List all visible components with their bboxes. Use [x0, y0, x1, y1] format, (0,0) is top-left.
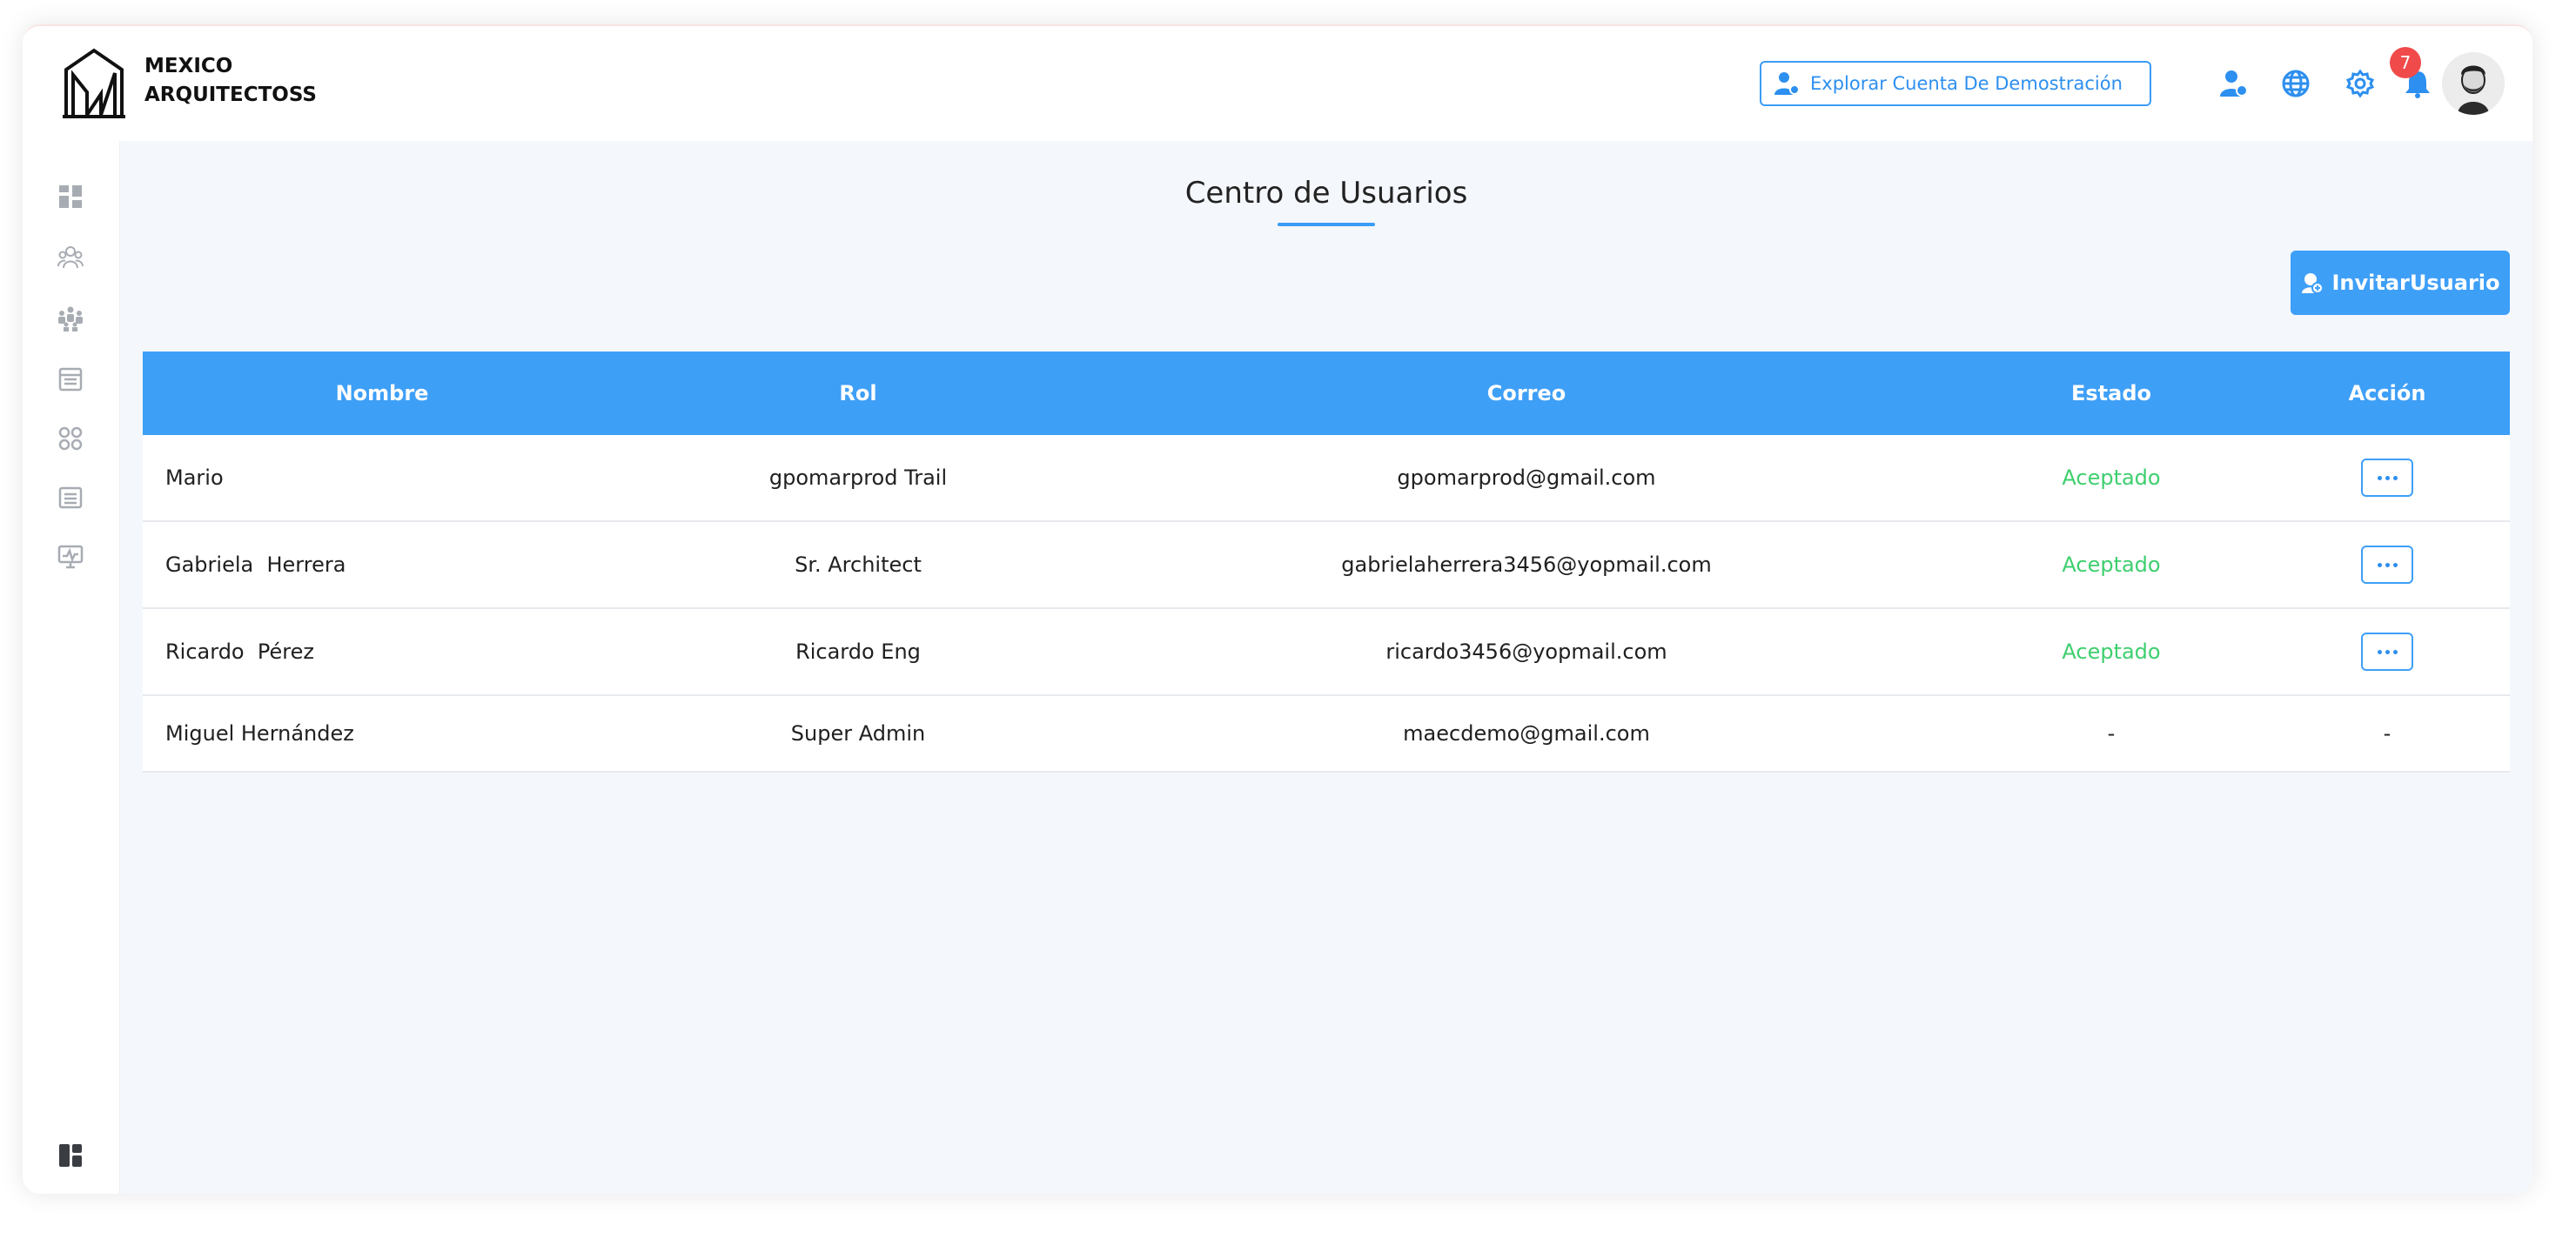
- brand-name: MEXICO ARQUITECTOSS: [144, 52, 317, 110]
- add-user-icon: [2301, 273, 2324, 294]
- cell-role: gpomarprod Trail: [768, 465, 948, 490]
- top-header: MEXICO ARQUITECTOSS Explorar Cuenta De D…: [23, 26, 2532, 141]
- app-window: MEXICO ARQUITECTOSS Explorar Cuenta De D…: [23, 24, 2532, 1194]
- cell-email: maecdemo@gmail.com: [1403, 721, 1650, 746]
- team-icon: [57, 246, 84, 269]
- sidebar-item-team[interactable]: [51, 238, 90, 277]
- dot-icon: [2377, 562, 2382, 567]
- brand-line-1: MEXICO: [144, 55, 233, 77]
- avatar[interactable]: [2442, 52, 2505, 115]
- cell-email: gpomarprod@gmail.com: [1397, 465, 1656, 490]
- table-row: Gabriela Herrera Sr. Architect gabrielah…: [143, 522, 2510, 609]
- more-actions-button[interactable]: [2361, 633, 2413, 671]
- dot-icon: [2392, 562, 2398, 567]
- globe-icon[interactable]: [2277, 64, 2315, 103]
- sidebar: [23, 141, 120, 1194]
- cell-role: Ricardo Eng: [795, 640, 921, 664]
- gear-icon[interactable]: [2341, 64, 2379, 103]
- cell-name: Miguel Hernández: [165, 721, 354, 746]
- monitor-icon: [57, 545, 84, 569]
- more-actions-button[interactable]: [2361, 546, 2413, 584]
- layout-icon: [59, 1144, 82, 1167]
- column-header-email: Correo: [1486, 381, 1566, 405]
- users-table: Nombre Rol Correo Estado Acción Mario gp…: [143, 352, 2510, 773]
- cell-role: Sr. Architect: [795, 553, 922, 577]
- table-header: Nombre Rol Correo Estado Acción: [143, 352, 2510, 435]
- cell-name: Mario: [165, 465, 224, 490]
- dot-icon: [2392, 649, 2398, 654]
- sidebar-item-layout[interactable]: [51, 1136, 90, 1175]
- page-title: Centro de Usuarios: [1184, 176, 1468, 211]
- dot-icon: [2377, 475, 2382, 480]
- modules-icon: [58, 426, 83, 451]
- sidebar-item-modules[interactable]: [51, 419, 90, 458]
- sidebar-item-calendar[interactable]: [51, 360, 90, 398]
- cell-email: gabrielaherrera3456@yopmail.com: [1341, 553, 1712, 577]
- cell-name: Gabriela Herrera: [165, 553, 346, 577]
- users-icon: [58, 306, 83, 332]
- explore-demo-label: Explorar Cuenta De Demostración: [1810, 73, 2123, 94]
- dashboard-icon: [59, 185, 82, 208]
- cell-action: -: [2383, 721, 2392, 746]
- cell-action: [2264, 459, 2510, 497]
- column-header-status: Estado: [2070, 381, 2151, 405]
- brand-line-2: ARQUITECTOSS: [144, 84, 317, 106]
- cell-status: Aceptado: [2062, 640, 2161, 664]
- sidebar-item-list[interactable]: [51, 479, 90, 517]
- calendar-icon: [58, 367, 83, 392]
- more-actions-button[interactable]: [2361, 459, 2413, 497]
- invite-user-button[interactable]: InvitarUsuario: [2291, 251, 2510, 315]
- logo-icon: [63, 48, 125, 118]
- cell-action: [2264, 633, 2510, 671]
- sidebar-item-dashboard[interactable]: [51, 177, 90, 216]
- dot-icon: [2385, 475, 2390, 480]
- title-underline: [1278, 223, 1375, 226]
- cell-action: [2264, 546, 2510, 584]
- sidebar-item-users[interactable]: [51, 299, 90, 338]
- notification-badge: 7: [2390, 47, 2421, 78]
- table-row: Miguel Hernández Super Admin maecdemo@gm…: [143, 696, 2510, 773]
- chat-button[interactable]: [2513, 1187, 2532, 1194]
- user-plus-icon[interactable]: [2214, 64, 2252, 103]
- cell-status: -: [2107, 721, 2116, 746]
- cell-role: Super Admin: [790, 721, 926, 746]
- user-icon: [1774, 72, 1800, 95]
- user-avatar-icon: [2442, 52, 2505, 115]
- dot-icon: [2385, 649, 2390, 654]
- column-header-role: Rol: [839, 381, 877, 405]
- table-row: Ricardo Pérez Ricardo Eng ricardo3456@yo…: [143, 609, 2510, 696]
- cell-email: ricardo3456@yopmail.com: [1385, 640, 1667, 664]
- column-header-action: Acción: [2348, 381, 2426, 405]
- invite-user-label: InvitarUsuario: [2331, 271, 2500, 295]
- cell-status: Aceptado: [2062, 465, 2161, 490]
- dot-icon: [2377, 649, 2382, 654]
- cell-status: Aceptado: [2062, 553, 2161, 577]
- cell-name: Ricardo Pérez: [165, 640, 314, 664]
- column-header-name: Nombre: [335, 381, 429, 405]
- table-row: Mario gpomarprod Trail gpomarprod@gmail.…: [143, 435, 2510, 522]
- sidebar-item-monitor[interactable]: [51, 538, 90, 576]
- dot-icon: [2385, 562, 2390, 567]
- main-content: Centro de Usuarios InvitarUsuario Nombre…: [120, 141, 2532, 1194]
- explore-demo-button[interactable]: Explorar Cuenta De Demostración: [1760, 61, 2151, 106]
- dot-icon: [2392, 475, 2398, 480]
- list-icon: [58, 486, 83, 509]
